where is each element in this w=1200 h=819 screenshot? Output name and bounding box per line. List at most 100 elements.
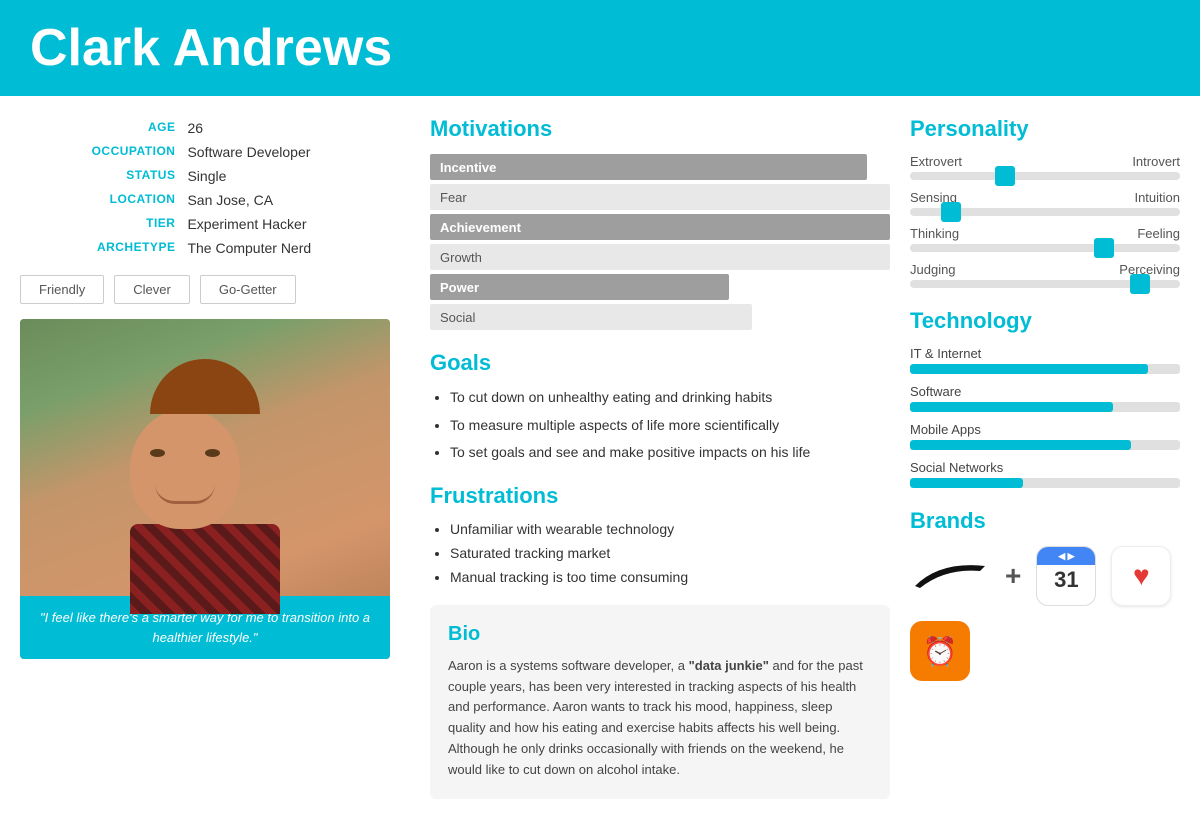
label-extrovert: Extrovert	[910, 154, 962, 169]
avatar-container: "I feel like there's a smarter way for m…	[20, 319, 390, 659]
goals-title: Goals	[430, 350, 890, 376]
quote-text: "I feel like there's a smarter way for m…	[40, 610, 370, 645]
personality-judging-row: Judging Perceiving	[910, 262, 1180, 288]
frustration-item-3: Manual tracking is too time consuming	[450, 569, 890, 585]
frustration-item-2: Saturated tracking market	[450, 545, 890, 561]
goal-item-2: To measure multiple aspects of life more…	[450, 416, 890, 436]
right-column: Personality Extrovert Introvert Sensing …	[910, 116, 1180, 799]
label-intuition: Intuition	[1134, 190, 1180, 205]
personality-indicator-1	[995, 166, 1015, 186]
personality-indicator-4	[1130, 274, 1150, 294]
profile-name: Clark Andrews	[30, 18, 1170, 78]
tier-value: Experiment Hacker	[181, 212, 410, 236]
location-row: LOCATION San Jose, CA	[20, 188, 410, 212]
tech-label-it: IT & Internet	[910, 346, 1180, 361]
plus-icon: +	[1005, 560, 1021, 592]
motivation-growth: Growth	[430, 244, 890, 270]
health-brand: ♥	[1111, 546, 1171, 606]
motivation-power: Power	[430, 274, 890, 300]
archetype-value: The Computer Nerd	[181, 236, 410, 260]
header: Clark Andrews	[0, 0, 1200, 96]
brands-icons: + ◀ ▶ 31 ♥ ⏰	[910, 546, 1180, 681]
motivation-incentive: Incentive	[430, 154, 890, 180]
motivation-social: Social	[430, 304, 890, 330]
age-label: AGE	[20, 116, 181, 140]
tech-label-mobile: Mobile Apps	[910, 422, 1180, 437]
label-introvert: Introvert	[1132, 154, 1180, 169]
brands-section: Brands + ◀ ▶ 31	[910, 508, 1180, 681]
label-judging: Judging	[910, 262, 956, 277]
tech-bar-social	[910, 478, 1023, 488]
archetype-row: ARCHETYPE The Computer Nerd	[20, 236, 410, 260]
motivations-section: Motivations Incentive Fear Achievement	[430, 116, 890, 330]
location-value: San Jose, CA	[181, 188, 410, 212]
label-thinking: Thinking	[910, 226, 959, 241]
tech-label-social: Social Networks	[910, 460, 1180, 475]
personality-thinking-row: Thinking Feeling	[910, 226, 1180, 252]
frustration-item-1: Unfamiliar with wearable technology	[450, 521, 890, 537]
goals-section: Goals To cut down on unhealthy eating an…	[430, 350, 890, 463]
bio-section: Bio Aaron is a systems software develope…	[430, 605, 890, 799]
personality-track-2	[910, 208, 1180, 216]
age-value: 26	[181, 116, 410, 140]
bio-text: Aaron is a systems software developer, a…	[448, 656, 872, 781]
personality-indicator-2	[941, 202, 961, 222]
status-label: STATUS	[20, 164, 181, 188]
tag-clever: Clever	[114, 275, 190, 304]
frustrations-section: Frustrations Unfamiliar with wearable te…	[430, 483, 890, 585]
google-calendar-brand: ◀ ▶ 31	[1036, 546, 1096, 606]
tier-row: TIER Experiment Hacker	[20, 212, 410, 236]
label-perceiving: Perceiving	[1119, 262, 1180, 277]
occupation-row: OCCUPATION Software Developer	[20, 140, 410, 164]
tech-mobile-apps: Mobile Apps	[910, 422, 1180, 450]
bio-title: Bio	[448, 623, 872, 646]
goal-item-1: To cut down on unhealthy eating and drin…	[450, 388, 890, 408]
personality-extrovert-row: Extrovert Introvert	[910, 154, 1180, 180]
motivations-title: Motivations	[430, 116, 890, 142]
archetype-label: ARCHETYPE	[20, 236, 181, 260]
brands-title: Brands	[910, 508, 1180, 534]
personality-track-3	[910, 244, 1180, 252]
personality-sensing-row: Sensing Intuition	[910, 190, 1180, 216]
motivation-achievement: Achievement	[430, 214, 890, 240]
goals-list: To cut down on unhealthy eating and drin…	[430, 388, 890, 463]
status-row: STATUS Single	[20, 164, 410, 188]
tech-bar-software	[910, 402, 1113, 412]
profile-info: AGE 26 OCCUPATION Software Developer STA…	[20, 116, 410, 260]
personality-indicator-3	[1094, 238, 1114, 258]
occupation-value: Software Developer	[181, 140, 410, 164]
personality-track-4	[910, 280, 1180, 288]
alarm-brand: ⏰	[910, 621, 970, 681]
tag-gogetter: Go-Getter	[200, 275, 296, 304]
personality-track-1	[910, 172, 1180, 180]
frustrations-list: Unfamiliar with wearable technology Satu…	[430, 521, 890, 585]
tech-social-networks: Social Networks	[910, 460, 1180, 488]
tech-bar-it	[910, 364, 1148, 374]
nike-brand	[910, 556, 990, 596]
occupation-label: OCCUPATION	[20, 140, 181, 164]
age-row: AGE 26	[20, 116, 410, 140]
tech-label-software: Software	[910, 384, 1180, 399]
tier-label: TIER	[20, 212, 181, 236]
calendar-number: 31	[1054, 567, 1078, 593]
middle-column: Motivations Incentive Fear Achievement	[430, 116, 890, 799]
nike-logo-icon	[910, 556, 990, 596]
goal-item-3: To set goals and see and make positive i…	[450, 443, 890, 463]
personality-section: Personality Extrovert Introvert Sensing …	[910, 116, 1180, 288]
motivation-fear: Fear	[430, 184, 890, 210]
technology-title: Technology	[910, 308, 1180, 334]
heart-icon: ♥	[1133, 560, 1150, 592]
alarm-icon: ⏰	[923, 635, 958, 668]
tech-bar-mobile	[910, 440, 1131, 450]
tech-software: Software	[910, 384, 1180, 412]
tags-container: Friendly Clever Go-Getter	[20, 275, 410, 304]
tech-it-internet: IT & Internet	[910, 346, 1180, 374]
left-column: AGE 26 OCCUPATION Software Developer STA…	[20, 116, 410, 799]
personality-title: Personality	[910, 116, 1180, 142]
technology-section: Technology IT & Internet Software Mobile…	[910, 308, 1180, 488]
tag-friendly: Friendly	[20, 275, 104, 304]
status-value: Single	[181, 164, 410, 188]
location-label: LOCATION	[20, 188, 181, 212]
label-feeling: Feeling	[1137, 226, 1180, 241]
frustrations-title: Frustrations	[430, 483, 890, 509]
